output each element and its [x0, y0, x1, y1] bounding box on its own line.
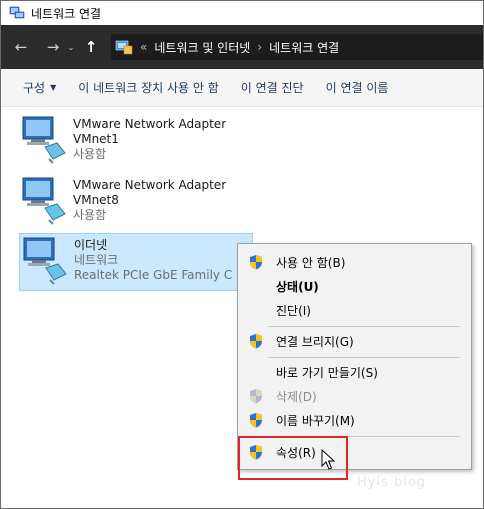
network-adapter-icon	[19, 174, 73, 228]
adapter-name: VMware Network Adapter	[73, 117, 227, 131]
adapter-item-vmnet8[interactable]: VMware Network Adapter VMnet8 사용함	[19, 174, 253, 230]
uac-shield-icon	[249, 388, 263, 407]
diagnose-connection-button[interactable]: 이 연결 진단	[233, 69, 318, 106]
menu-item-disable[interactable]: 사용 안 함(B)	[240, 251, 469, 273]
menu-item-label: 사용 안 함(B)	[276, 255, 346, 270]
breadcrumb-overflow[interactable]: «	[140, 40, 147, 54]
uac-shield-icon	[249, 333, 263, 352]
command-toolbar: 구성 ▼ 이 네트워크 장치 사용 안 함 이 연결 진단 이 연결 이름	[1, 69, 483, 107]
network-folder-icon	[9, 4, 25, 23]
forward-arrow-icon[interactable]: →	[41, 35, 65, 59]
adapter-name: 이더넷	[74, 238, 108, 252]
rename-connection-label: 이 연결 이름	[325, 81, 389, 95]
menu-item-label: 이름 바꾸기(M)	[276, 413, 355, 428]
breadcrumb-network-internet[interactable]: 네트워크 및 인터넷	[154, 39, 250, 56]
menu-item-label: 상태(U)	[276, 279, 319, 294]
control-panel-icon	[115, 39, 133, 55]
navigation-bar: ← → ⌄ ↑ « 네트워크 및 인터넷 › 네트워크 연결	[1, 25, 483, 69]
menu-item-label: 삭제(D)	[276, 389, 317, 404]
menu-item-delete[interactable]: 삭제(D)	[240, 385, 469, 407]
menu-item-diagnose[interactable]: 진단(I)	[240, 299, 469, 321]
adapter-network: VMnet1	[73, 132, 119, 146]
adapter-device: Realtek PCIe GbE Family C	[74, 268, 233, 282]
back-arrow-icon[interactable]: ←	[9, 35, 33, 59]
adapter-item-vmnet1[interactable]: VMware Network Adapter VMnet1 사용함	[19, 113, 253, 169]
disable-device-label: 이 네트워크 장치 사용 안 함	[78, 81, 219, 95]
breadcrumb-network-connections[interactable]: 네트워크 연결	[269, 39, 339, 56]
adapter-status: 사용함	[73, 147, 107, 161]
watermark: Hyis blog	[357, 475, 427, 490]
network-adapter-icon	[20, 234, 74, 288]
address-bar[interactable]: « 네트워크 및 인터넷 › 네트워크 연결	[111, 34, 483, 60]
menu-separator	[268, 326, 460, 327]
window-title: 네트워크 연결	[31, 6, 102, 21]
disable-device-button[interactable]: 이 네트워크 장치 사용 안 함	[70, 69, 233, 106]
adapter-status: 사용함	[73, 208, 107, 222]
menu-item-label: 연결 브리지(G)	[276, 334, 354, 349]
adapter-item-ethernet[interactable]: 이더넷 네트워크 Realtek PCIe GbE Family C	[19, 233, 253, 291]
menu-item-bridge[interactable]: 연결 브리지(G)	[240, 330, 469, 352]
network-adapter-icon	[19, 113, 73, 167]
menu-item-label: 진단(I)	[276, 303, 311, 318]
mouse-cursor-icon	[321, 448, 336, 474]
uac-shield-icon	[249, 254, 263, 273]
organize-button[interactable]: 구성 ▼	[1, 69, 70, 106]
rename-connection-button[interactable]: 이 연결 이름	[318, 69, 397, 106]
breadcrumb-separator[interactable]: ›	[257, 40, 262, 54]
menu-separator	[268, 357, 460, 358]
menu-item-create-shortcut[interactable]: 바로 가기 만들기(S)	[240, 361, 469, 383]
menu-item-label: 바로 가기 만들기(S)	[276, 365, 378, 380]
diagnose-connection-label: 이 연결 진단	[240, 81, 304, 95]
adapter-network: 네트워크	[74, 253, 119, 267]
adapter-name: VMware Network Adapter	[73, 178, 227, 192]
adapter-network: VMnet8	[73, 193, 119, 207]
organize-label: 구성	[23, 81, 46, 95]
caret-down-icon: ▼	[50, 83, 57, 92]
chevron-down-icon[interactable]: ⌄	[65, 35, 77, 59]
menu-item-status[interactable]: 상태(U)	[240, 275, 469, 297]
up-arrow-icon[interactable]: ↑	[79, 35, 103, 59]
uac-shield-icon	[249, 412, 263, 431]
menu-item-rename[interactable]: 이름 바꾸기(M)	[240, 409, 469, 431]
network-connections-window: 네트워크 연결 ← → ⌄ ↑ « 네트워크 및 인터넷 › 네트워크 연결 구…	[0, 0, 484, 509]
title-bar[interactable]: 네트워크 연결	[1, 1, 483, 25]
